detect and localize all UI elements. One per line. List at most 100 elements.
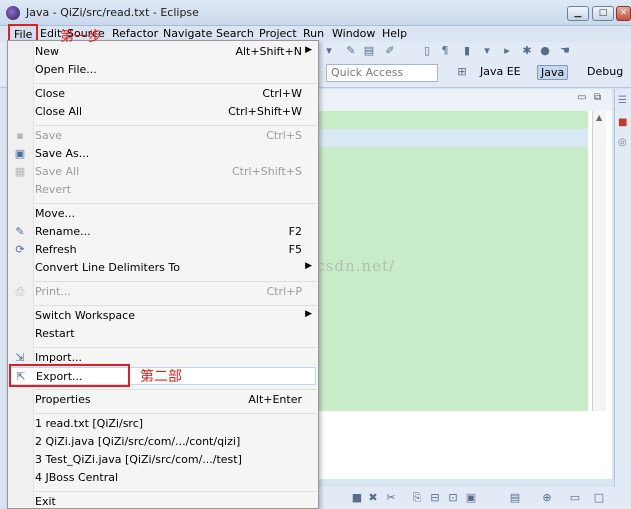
task-icon[interactable]: ■	[618, 117, 627, 128]
editor-scrollbar[interactable]: ▲	[592, 111, 606, 411]
menu-edit[interactable]: Edit	[40, 27, 61, 40]
new-console-icon[interactable]: ⊕	[540, 491, 554, 505]
menu-item-label: Rename...	[35, 225, 91, 238]
menu-item-label: Switch Workspace	[35, 309, 135, 322]
target-icon[interactable]: ◎	[618, 137, 627, 148]
minimize-icon[interactable]: ▭	[568, 491, 582, 505]
open-perspective-icon[interactable]: ⊞	[455, 65, 469, 79]
menu-item-shortcut: F5	[288, 243, 302, 256]
menu-item-rename[interactable]: ✎ Rename... F2	[8, 223, 318, 241]
quick-access-input[interactable]: Quick Access	[326, 64, 438, 82]
annotation-step-one: 第一步	[60, 29, 102, 45]
close-button[interactable]: ✕	[616, 6, 631, 21]
menu-item-revert[interactable]: Revert	[8, 181, 318, 199]
scroll-lock-icon[interactable]: ⊟	[428, 491, 442, 505]
menu-item-open-file[interactable]: Open File...	[8, 61, 318, 79]
menu-item-exit[interactable]: Exit	[8, 493, 318, 509]
annotation-step-two: 第二部	[140, 369, 182, 385]
menu-project[interactable]: Project	[259, 27, 297, 40]
submenu-arrow-icon: ▶	[305, 261, 312, 271]
menu-item-shortcut: Ctrl+S	[266, 129, 302, 142]
scroll-up-icon[interactable]: ▲	[596, 113, 602, 122]
open-console-icon[interactable]: ▤	[508, 491, 522, 505]
menu-item-label: Convert Line Delimiters To	[35, 261, 180, 274]
menu-item-save-as[interactable]: ▣ Save As...	[8, 145, 318, 163]
remove-all-icon[interactable]: ✂	[384, 491, 398, 505]
clear-icon[interactable]: ■	[350, 491, 364, 505]
dropdown-icon[interactable]: ▾	[322, 44, 336, 58]
menu-item-close[interactable]: Close Ctrl+W	[8, 85, 318, 103]
menu-item-label: 4 JBoss Central	[35, 471, 119, 484]
outline-icon[interactable]: ☰	[618, 95, 627, 106]
stop-icon[interactable]: ●	[538, 44, 552, 58]
maximize-view-icon[interactable]: ⧉	[594, 92, 601, 103]
menu-separator	[35, 389, 317, 390]
menu-item-refresh[interactable]: ⟳ Refresh F5	[8, 241, 318, 259]
menu-item-switch-workspace[interactable]: Switch Workspace ▶	[8, 307, 318, 325]
perspective-java-ee[interactable]: Java EE	[480, 65, 521, 78]
menu-item-shortcut: Ctrl+P	[266, 285, 302, 298]
menu-item-recent-file[interactable]: 1 read.txt [QiZi/src]	[8, 415, 318, 433]
menu-item-close-all[interactable]: Close All Ctrl+Shift+W	[8, 103, 318, 121]
menu-item-recent-file[interactable]: 2 QiZi.java [QiZi/src/com/.../cont/qizi]	[8, 433, 318, 451]
menu-item-save[interactable]: ▪ Save Ctrl+S	[8, 127, 318, 145]
menu-run[interactable]: Run	[303, 27, 324, 40]
menu-refactor[interactable]: Refactor	[112, 27, 158, 40]
menu-item-label: Exit	[35, 495, 56, 508]
menu-item-save-all[interactable]: ▦ Save All Ctrl+Shift+S	[8, 163, 318, 181]
menu-item-convert-line-delimiters[interactable]: Convert Line Delimiters To ▶	[8, 259, 318, 277]
menu-item-new[interactable]: New Alt+Shift+N ▶	[8, 43, 318, 61]
open-type-icon[interactable]: ✎	[344, 44, 358, 58]
menu-separator	[35, 83, 317, 84]
display-icon[interactable]: ▣	[464, 491, 478, 505]
submenu-arrow-icon: ▶	[305, 45, 312, 55]
menu-item-label: Properties	[35, 393, 91, 406]
menu-item-shortcut: Alt+Shift+N	[235, 45, 302, 58]
menu-item-recent-file[interactable]: 3 Test_QiZi.java [QiZi/src/com/.../test]	[8, 451, 318, 469]
menu-window[interactable]: Window	[332, 27, 375, 40]
window-title: Java - QiZi/src/read.txt - Eclipse	[26, 6, 199, 19]
chevron-down-icon[interactable]: ▾	[480, 44, 494, 58]
menu-navigate[interactable]: Navigate	[163, 27, 212, 40]
run-icon[interactable]: ▸	[500, 44, 514, 58]
menu-item-properties[interactable]: Properties Alt+Enter	[8, 391, 318, 409]
menu-item-move[interactable]: Move...	[8, 205, 318, 223]
save-as-icon: ▣	[14, 147, 26, 160]
paragraph-icon[interactable]: ¶	[438, 44, 452, 58]
menu-item-recent-file[interactable]: 4 JBoss Central	[8, 469, 318, 487]
menu-item-restart[interactable]: Restart	[8, 325, 318, 343]
pencil-icon[interactable]: ✐	[383, 44, 397, 58]
refresh-icon: ⟳	[15, 243, 25, 256]
menu-item-print[interactable]: ⎙ Print... Ctrl+P	[8, 283, 318, 301]
minimize-button[interactable]: ▁	[567, 6, 589, 21]
menu-item-label: New	[35, 45, 59, 58]
menu-item-label: Print...	[35, 285, 71, 298]
menu-search[interactable]: Search	[216, 27, 254, 40]
remove-icon[interactable]: ✖	[366, 491, 380, 505]
menu-item-label: Open File...	[35, 63, 97, 76]
debug-icon[interactable]: ✱	[520, 44, 534, 58]
menu-item-label: 3 Test_QiZi.java [QiZi/src/com/.../test]	[35, 453, 242, 466]
import-icon: ⇲	[15, 351, 25, 364]
save-all-icon: ▦	[14, 165, 26, 178]
copy-icon[interactable]: ⎘	[410, 491, 424, 505]
pin-icon[interactable]: ⊡	[446, 491, 460, 505]
menu-separator	[35, 125, 317, 126]
maximize-icon[interactable]: □	[592, 491, 606, 505]
menu-separator	[35, 347, 317, 348]
open-folder-icon[interactable]: ▤	[362, 44, 376, 58]
block-icon[interactable]: ▮	[460, 44, 474, 58]
maximize-button[interactable]: □	[592, 6, 614, 21]
toggle-icon[interactable]: ▯	[420, 44, 434, 58]
menu-item-shortcut: F2	[288, 225, 302, 238]
perspective-debug[interactable]: Debug	[587, 65, 623, 78]
hand-icon[interactable]: ☚	[558, 44, 572, 58]
menu-item-label: Import...	[35, 351, 82, 364]
minimize-view-icon[interactable]: ▭	[577, 92, 586, 103]
submenu-arrow-icon: ▶	[305, 309, 312, 319]
perspective-java[interactable]: Java	[537, 65, 569, 80]
menu-separator	[35, 413, 317, 414]
menu-help[interactable]: Help	[382, 27, 407, 40]
file-menu: New Alt+Shift+N ▶ Open File... Close Ctr…	[7, 40, 319, 509]
eclipse-icon	[6, 6, 20, 20]
